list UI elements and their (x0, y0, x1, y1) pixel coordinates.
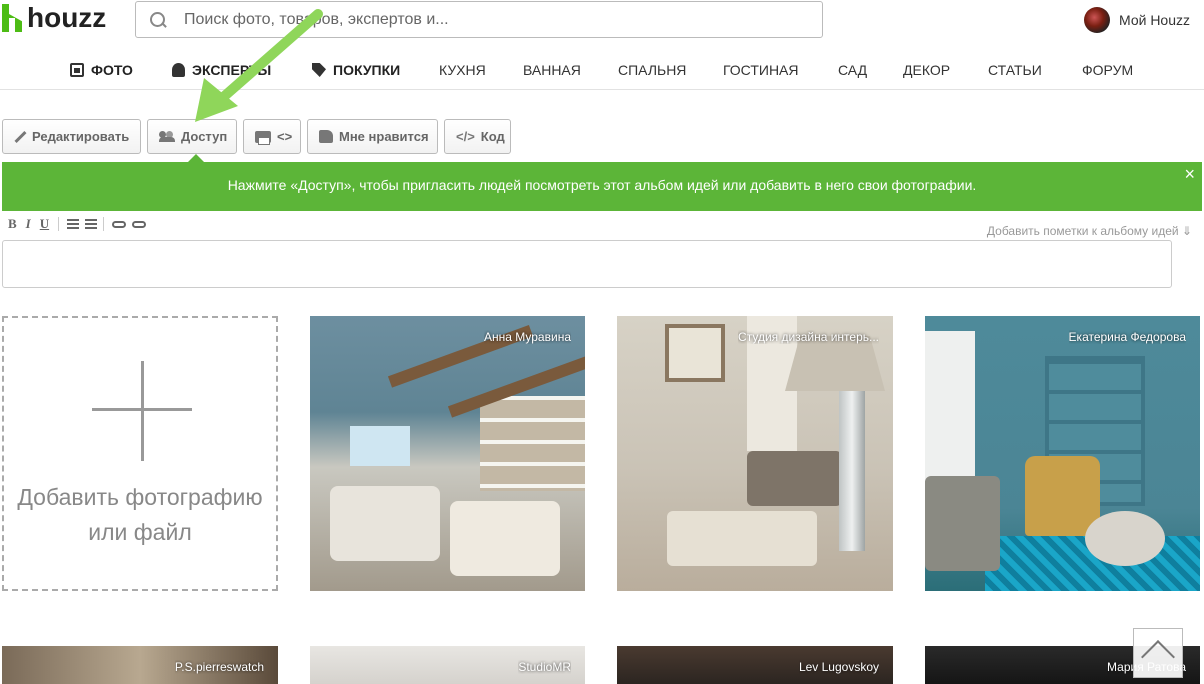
photo-credit[interactable]: Анна Муравина (484, 330, 571, 344)
search-icon (150, 11, 166, 28)
professional-icon (172, 63, 185, 77)
photo-credit[interactable]: StudioMR (518, 660, 571, 674)
unlink-icon[interactable] (132, 220, 147, 228)
bullet-list-icon[interactable] (85, 219, 98, 229)
add-notes-hint[interactable]: Добавить пометки к альбому идей ⇓ (987, 224, 1192, 238)
print-button[interactable]: <> (243, 119, 301, 154)
close-icon[interactable]: × (1184, 164, 1195, 185)
code-icon: </> (456, 129, 475, 144)
thumbs-up-icon (319, 130, 333, 143)
nav-item-label: ФОТО (91, 62, 133, 78)
notes-format-toolbar: B I U (8, 216, 152, 232)
share-button[interactable]: Доступ (147, 119, 237, 154)
printer-icon (255, 130, 271, 145)
photo-icon (70, 63, 84, 77)
photo-tile[interactable]: P.S.pierreswatch (2, 646, 278, 684)
embed-code-button[interactable]: </> Код (444, 119, 511, 154)
like-button[interactable]: Мне нравится (307, 119, 438, 154)
edit-button[interactable]: Редактировать (2, 119, 141, 154)
pencil-icon (14, 131, 26, 143)
banner-text: Нажмите «Доступ», чтобы пригласить людей… (227, 177, 977, 193)
nav-item-articles[interactable]: СТАТЬИ (988, 62, 1042, 78)
banner-pointer (188, 154, 204, 162)
nav-item-label: ЭКСПЕРТЫ (192, 62, 272, 78)
photo-tile[interactable]: Lev Lugovskoy (617, 646, 893, 684)
nav-item-living-room[interactable]: ГОСТИНАЯ (723, 62, 799, 78)
search-input[interactable] (184, 10, 784, 29)
nav-item-bathroom[interactable]: ВАННАЯ (523, 62, 581, 78)
photo-tile[interactable]: Екатерина Федорова (925, 316, 1200, 591)
nav-item-label: ФОРУМ (1082, 62, 1134, 78)
my-houzz-label: Мой Houzz (1119, 12, 1190, 28)
underline-button[interactable]: U (40, 216, 49, 232)
photo-tile[interactable]: Анна Муравина (310, 316, 585, 591)
main-nav: ФОТО ЭКСПЕРТЫ ПОКУПКИ КУХНЯ ВАННАЯ СПАЛЬ… (0, 52, 1204, 90)
nav-item-label: САД (838, 62, 868, 78)
header: houzz Мой Houzz (0, 0, 1204, 42)
link-icon[interactable] (112, 220, 127, 228)
photo-credit[interactable]: Lev Lugovskoy (799, 660, 879, 674)
houzz-logo[interactable]: houzz (2, 4, 106, 32)
tag-icon (312, 63, 326, 77)
chevron-up-icon (1141, 640, 1175, 674)
nav-item-label: ДЕКОР (903, 62, 951, 78)
nav-item-bedroom[interactable]: СПАЛЬНЯ (618, 62, 686, 78)
avatar[interactable] (1084, 7, 1110, 33)
nav-item-decor[interactable]: ДЕКОР (903, 62, 950, 78)
photo-tile[interactable]: Студия дизайна интерь... (617, 316, 893, 591)
share-button-label: Доступ (181, 129, 228, 144)
toolbar-divider (58, 217, 60, 231)
photo-credit[interactable]: P.S.pierreswatch (175, 660, 264, 674)
plus-icon-vertical (141, 361, 144, 461)
nav-item-forum[interactable]: ФОРУМ (1082, 62, 1133, 78)
edit-button-label: Редактировать (32, 129, 130, 144)
photo-credit[interactable]: Студия дизайна интерь... (738, 330, 879, 344)
my-houzz-menu[interactable]: Мой Houzz (1084, 7, 1190, 33)
add-photo-line1: Добавить фотографию (17, 484, 263, 510)
photo-tile[interactable]: StudioMR (310, 646, 585, 684)
nav-item-label: ПОКУПКИ (333, 62, 401, 78)
nav-item-label: КУХНЯ (439, 62, 486, 78)
nav-item-photo[interactable]: ФОТО (70, 62, 133, 78)
add-photo-label: Добавить фотографию или файл (4, 480, 276, 550)
embed-code-label: Код (480, 129, 505, 144)
toolbar-divider (103, 217, 105, 231)
bold-button[interactable]: B (8, 216, 17, 232)
houzz-logo-icon (2, 4, 22, 32)
nav-item-label: СПАЛЬНЯ (618, 62, 687, 78)
nav-item-label: ВАННАЯ (523, 62, 581, 78)
scroll-to-top-button[interactable] (1133, 628, 1183, 678)
nav-item-garden[interactable]: САД (838, 62, 867, 78)
like-button-label: Мне нравится (339, 129, 429, 144)
nav-item-label: СТАТЬИ (988, 62, 1042, 78)
nav-item-label: ГОСТИНАЯ (723, 62, 799, 78)
logo-text: houzz (27, 2, 107, 33)
add-photo-line2: или файл (88, 519, 192, 545)
search-box[interactable] (135, 1, 823, 38)
nav-item-kitchen[interactable]: КУХНЯ (439, 62, 486, 78)
ideabook-notes-textarea[interactable] (2, 240, 1172, 288)
share-tip-banner: Нажмите «Доступ», чтобы пригласить людей… (2, 154, 1202, 211)
print-button-label: <> (277, 129, 293, 144)
ordered-list-icon[interactable] (67, 219, 80, 229)
italic-button[interactable]: I (26, 216, 31, 232)
nav-item-professionals[interactable]: ЭКСПЕРТЫ (172, 62, 271, 78)
photo-credit[interactable]: Екатерина Федорова (1069, 330, 1186, 344)
nav-item-shopping[interactable]: ПОКУПКИ (312, 62, 400, 78)
users-icon (159, 131, 175, 142)
add-photo-tile[interactable]: Добавить фотографию или файл (2, 316, 278, 591)
